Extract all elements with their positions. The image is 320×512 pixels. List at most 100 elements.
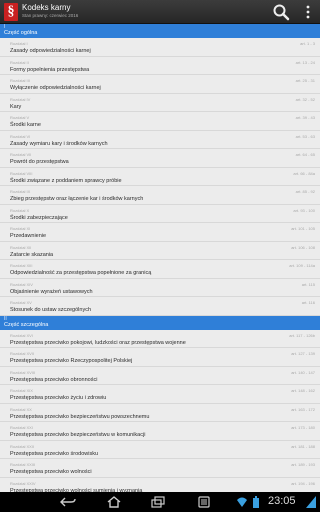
chapter-row[interactable]: Rozdział XXII art. 181 - 188 Przestępstwa …: [0, 441, 320, 459]
article-range: art. 116: [301, 300, 315, 305]
article-range: art. 109 - 114a: [289, 263, 315, 268]
chapter-row[interactable]: Rozdział XIV art. 115 Objaśnienie wyrażeń …: [0, 279, 320, 297]
chapter-title: Formy popełnienia przestępstwa: [10, 66, 90, 73]
chapter-row[interactable]: Rozdział XVI art. 117 - 126b Przestępstwa …: [0, 330, 320, 348]
back-icon[interactable]: [60, 496, 76, 508]
chapter-number: Rozdział VII: [10, 152, 32, 157]
chapter-row[interactable]: Rozdział XV art. 116 Stosunek do ustaw szc…: [0, 297, 320, 316]
chapter-title: Objaśnienie wyrażeń ustawowych: [10, 288, 93, 295]
chapter-title: Przestępstwa przeciwko obronności: [10, 376, 98, 383]
chapter-title: Kary: [10, 103, 22, 110]
overflow-menu-icon[interactable]: [301, 3, 315, 21]
section-header[interactable]: II Część szczególna: [0, 315, 320, 330]
chapter-number: Rozdział XIV: [10, 281, 33, 287]
chapter-number: Rozdział XXIV: [10, 480, 36, 486]
chapter-number: Rozdział XVII: [10, 351, 35, 356]
chapter-row[interactable]: Rozdział XII art. 106 - 108 Zatarcie skaza…: [0, 242, 320, 260]
chapter-row[interactable]: Rozdział XIII art. 109 - 114a Odpowiedzial…: [0, 260, 320, 279]
article-range: art. 13 - 24: [295, 59, 315, 65]
chapter-title: Zasady odpowiedzialności karnej: [10, 48, 91, 54]
section-header[interactable]: I Część ogólna: [0, 24, 320, 38]
chapter-number: Rozdział IV: [10, 96, 31, 102]
search-icon[interactable]: [272, 3, 290, 21]
article-range: art. 181 - 188: [291, 443, 315, 449]
chapter-row[interactable]: Rozdział IV art. 32 - 52 Kary: [0, 94, 320, 112]
chapter-row[interactable]: Rozdział II art. 13 - 24 Formy popełnienia…: [0, 57, 320, 75]
chapter-title: Powrót do przestępstwa: [10, 159, 69, 165]
chapter-number: Rozdział III: [10, 78, 30, 83]
chapter-title: Zasady wymiaru kary i środków karnych: [10, 140, 108, 147]
chapter-title: Środki karne: [10, 122, 41, 128]
article-range: art. 106 - 108: [291, 244, 315, 250]
article-range: art. 53 - 63: [295, 133, 315, 139]
section-label: Część szczególna: [4, 321, 49, 328]
chapter-row[interactable]: Rozdział XI art. 101 - 105 Przedawnienie: [0, 223, 320, 242]
chapter-number: Rozdział VIII: [10, 170, 33, 176]
chapter-title: Stosunek do ustaw szczególnych: [10, 307, 92, 313]
chapter-title: Odpowiedzialność za przestępstwa popełni…: [10, 270, 152, 276]
screenshot-icon[interactable]: [196, 496, 212, 508]
chapter-row[interactable]: Rozdział XVIII art. 140 - 147 Przestępstwa…: [0, 367, 320, 385]
article-range: art. 115: [301, 281, 315, 287]
chapter-row[interactable]: Rozdział I art. 1 - 3 Zasady odpowiedzialn…: [0, 38, 320, 57]
chapter-number: Rozdział XVIII: [10, 369, 36, 375]
article-range: art. 101 - 105: [291, 226, 315, 231]
chapter-row[interactable]: Rozdział XXI art. 173 - 180 Przestępstwa p…: [0, 422, 320, 441]
article-range: art. 39 - 43: [295, 115, 315, 120]
chapter-row[interactable]: Rozdział XX art. 163 - 172 Przestępstwa pr…: [0, 404, 320, 422]
chapter-title: Zatarcie skazania: [10, 251, 54, 258]
chapter-title: Przestępstwa przeciwko pokojowi, ludzkoś…: [10, 339, 186, 346]
chapter-row[interactable]: Rozdział IX art. 85 - 92 Zbieg przestępstw…: [0, 186, 320, 205]
chapter-title: Przestępstwa przeciwko bezpieczeństwu po…: [10, 413, 150, 420]
article-range: art. 85 - 92: [295, 189, 315, 194]
article-range: art. 117 - 126b: [289, 332, 315, 338]
chapter-row[interactable]: Rozdział III art. 25 - 31 Wyłączenie odpow…: [0, 75, 320, 94]
article-range: art. 1 - 3: [300, 41, 315, 46]
chapter-number: Rozdział X: [10, 207, 30, 213]
app-logo-icon[interactable]: §: [4, 2, 18, 21]
app-title: Kodeks karny: [22, 3, 71, 13]
article-range: art. 25 - 31: [295, 78, 315, 83]
chapter-number: Rozdział I: [10, 41, 28, 46]
chapter-title: Przestępstwa przeciwko bezpieczeństwu w …: [10, 432, 146, 438]
chapter-number: Rozdział XII: [10, 244, 32, 250]
app-subtitle: Stan prawny: czerwiec 2016: [22, 13, 79, 19]
article-range: art. 194 - 196: [291, 480, 315, 486]
chapter-number: Rozdział V: [10, 115, 30, 120]
chapter-number: Rozdział VI: [10, 133, 31, 139]
home-icon[interactable]: [106, 496, 122, 508]
chapter-row[interactable]: Rozdział XVII art. 127 - 139 Przestępstwa …: [0, 348, 320, 367]
article-range: art. 64 - 65: [295, 152, 315, 157]
chapter-row[interactable]: Rozdział VI art. 53 - 63 Zasady wymiaru ka…: [0, 131, 320, 149]
chapter-title: Przestępstwa przeciwko życiu i zdrowiu: [10, 395, 107, 401]
recents-icon[interactable]: [150, 496, 166, 508]
chapter-number: Rozdział IX: [10, 189, 31, 194]
article-range: art. 66 - 84a: [293, 170, 315, 176]
article-range: art. 163 - 172: [291, 406, 315, 412]
chapter-title: Przestępstwa przeciwko wolności: [10, 469, 92, 475]
chapter-number: Rozdział XV: [10, 300, 32, 305]
chapter-row[interactable]: Rozdział VII art. 64 - 65 Powrót do przest…: [0, 149, 320, 168]
action-bar: § Kodeks karny Stan prawny: czerwiec 201…: [0, 0, 320, 24]
chapter-row[interactable]: Rozdział XIX art. 148 - 162 Przestępstwa p…: [0, 385, 320, 404]
article-range: art. 173 - 180: [291, 425, 315, 430]
chapter-row[interactable]: Rozdział XXIII art. 189 - 193 Przestępstwa…: [0, 459, 320, 478]
chapter-title: Środki zabezpieczające: [10, 214, 68, 221]
article-range: art. 189 - 193: [291, 462, 315, 467]
chapter-title: Wyłączenie odpowiedzialności karnej: [10, 85, 101, 91]
chapter-number: Rozdział XX: [10, 406, 32, 412]
signal-icon: [306, 496, 316, 508]
chapter-row[interactable]: Rozdział VIII art. 66 - 84a Środki związan…: [0, 168, 320, 186]
chapter-number: Rozdział XIII: [10, 263, 33, 268]
chapter-list[interactable]: I Część ogólna Rozdział I art. 1 - 3 Zasady …: [0, 24, 320, 492]
chapter-number: Rozdział XIX: [10, 388, 33, 393]
chapter-row[interactable]: Rozdział V art. 39 - 43 Środki karne: [0, 112, 320, 131]
chapter-title: Przedawnienie: [10, 233, 47, 239]
article-range: art. 93 - 100: [293, 207, 315, 213]
chapter-title: Środki związane z poddaniem sprawcy prób…: [10, 177, 122, 184]
chapter-row[interactable]: Rozdział XXIV art. 194 - 196 Przestępstwa …: [0, 478, 320, 493]
chapter-row[interactable]: Rozdział X art. 93 - 100 Środki zabezpiecz…: [0, 205, 320, 223]
app-root: § Kodeks karny Stan prawny: czerwiec 201…: [0, 0, 320, 512]
article-range: art. 127 - 139: [291, 351, 315, 356]
article-range: art. 32 - 52: [295, 96, 315, 102]
